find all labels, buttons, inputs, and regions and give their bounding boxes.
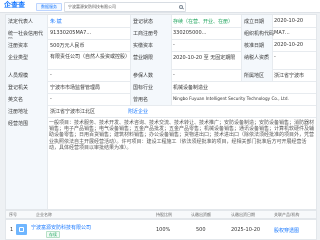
- search-input[interactable]: [68, 3, 176, 11]
- search-icon[interactable]: [179, 4, 183, 9]
- info-value: 2020-10-20: [274, 42, 304, 48]
- info-value: -: [50, 96, 52, 102]
- info-value: 2020-10-20 至 无固定期限: [173, 55, 236, 61]
- info-value: -: [173, 72, 175, 78]
- ratio: 100%: [156, 227, 171, 233]
- info-value: 浙江省宁波市: [274, 73, 305, 79]
- info-value: 330205000...: [173, 30, 207, 36]
- business-info-panel: 法定代表人 朱·斌 登记状态 存续（在营、开业、在册） 成立日期 2020-10…: [5, 14, 317, 210]
- status-badge: 存续: [46, 231, 60, 238]
- info-label: 经营范围: [6, 117, 48, 209]
- info-value: -: [274, 54, 276, 60]
- column-header: 持股比例: [156, 212, 172, 217]
- info-label: 纳税人资质: [241, 51, 273, 69]
- info-label: 注册地址: [6, 105, 48, 117]
- info-label: 法定代表人: [6, 15, 48, 27]
- info-label: 组织机构代码: [241, 27, 274, 39]
- info-value: 机械设备制造业: [173, 85, 209, 91]
- info-value: 91330205MA7...: [50, 30, 92, 36]
- table-row[interactable]: 1 宁波富源安防科技有限公司 存续 100% 500 2025-10-20 股权…: [5, 219, 317, 240]
- info-label: 英文名: [6, 93, 48, 105]
- info-label: 参保人数: [130, 69, 172, 81]
- info-value: 2020-10-20: [274, 18, 304, 24]
- equity-chart-link[interactable]: 股权穿透图: [274, 227, 299, 234]
- info-label: 营业期限: [130, 51, 172, 69]
- info-label: 成立日期: [241, 15, 273, 27]
- column-header: 认缴出资额: [191, 212, 211, 217]
- info-label: 工商注册号: [130, 27, 172, 39]
- info-value[interactable]: 朱·斌: [48, 15, 130, 27]
- info-value: 有限责任公司（自然人投资或控股）: [50, 54, 131, 60]
- logo-subtitle: 数据服务: [36, 3, 62, 11]
- nearby-companies-link[interactable]: 附近企业: [128, 108, 148, 115]
- column-header: 序号: [9, 212, 17, 217]
- info-label: 登记状态: [130, 15, 172, 27]
- info-label: 所属地区: [241, 69, 273, 81]
- info-value: MA7...: [274, 30, 290, 36]
- info-label: 统一社会信用代码: [6, 27, 48, 44]
- info-value: -: [173, 42, 175, 48]
- column-header: 关联产品/机构: [274, 212, 300, 217]
- info-label: 国标行业: [130, 81, 172, 93]
- business-scope-text: 一般项目：技术服务、技术开发、技术咨询、技术交流、技术转让、技术推广；安防设备制…: [49, 120, 315, 151]
- column-header: 企业名称: [36, 212, 52, 217]
- info-value: -: [50, 72, 52, 78]
- logo[interactable]: 企查查: [4, 2, 25, 10]
- company-name-link[interactable]: 宁波富源安防科技有限公司: [31, 224, 91, 231]
- search-box[interactable]: [64, 2, 186, 12]
- info-value: 宁波市市场监督管理局: [50, 85, 101, 91]
- company-logo: [16, 224, 27, 235]
- info-label: 核准日期: [241, 39, 273, 51]
- amount: 500: [196, 227, 206, 233]
- date: 2025-10-20: [231, 227, 261, 233]
- info-value: 浙江省宁波市江北区 附近企业: [50, 108, 149, 115]
- info-label: 实缴资本: [130, 39, 172, 51]
- info-value: 存续（在营、开业、在册）: [173, 19, 234, 25]
- info-label: 曾用名: [130, 93, 172, 105]
- info-value: 500万元人民币: [50, 43, 85, 49]
- info-label: 人员规模: [6, 69, 48, 81]
- info-label: 登记机关: [6, 81, 48, 93]
- info-row-business-scope: 经营范围 一般项目：技术服务、技术开发、技术咨询、技术交流、技术转让、技术推广；…: [6, 117, 316, 209]
- top-bar: 企查查 数据服务: [0, 0, 320, 13]
- info-label: 注册资本: [6, 39, 48, 51]
- row-index: 1: [10, 227, 14, 233]
- info-row-company-type: 企业类型 有限责任公司（自然人投资或控股） 营业期限 2020-10-20 至 …: [6, 51, 316, 70]
- shareholding-table-header: 序号 企业名称 持股比例 认缴出资额 认缴出资日期 关联产品/机构: [5, 210, 317, 219]
- info-value: Ningbo Fuyuan Intelligent Security Techn…: [173, 96, 289, 101]
- info-label: 企业类型: [6, 51, 48, 69]
- column-header: 认缴出资日期: [231, 212, 255, 217]
